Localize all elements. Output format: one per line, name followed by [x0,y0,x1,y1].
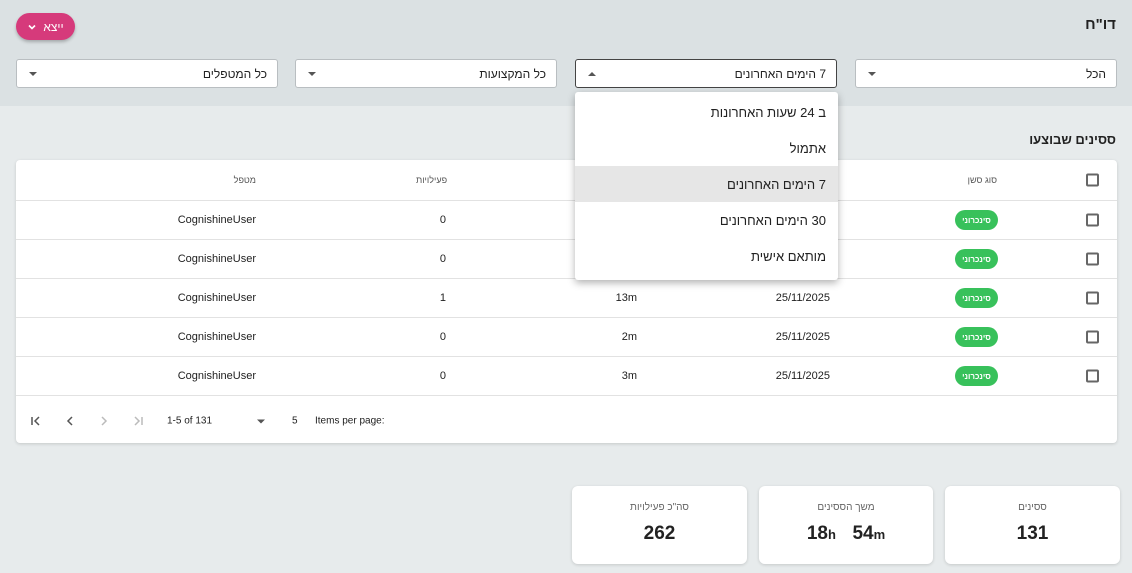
groups-filter-value: כל המקצועות [479,66,546,81]
next-page-button[interactable] [94,411,114,431]
last-page-icon [134,415,143,426]
session-duration: 2m [621,331,637,343]
status-filter-select[interactable]: הכל [855,59,1117,88]
chevron-right-icon [101,415,108,426]
session-activities: 1 [439,292,446,304]
stat-card-sessions: ססינים 131 [945,486,1120,564]
dropdown-arrow-up-icon [588,71,596,76]
dropdown-arrow-icon [257,419,265,423]
table-row[interactable]: סינכרוני 0 CognishineUser [16,201,1117,240]
sessions-section-title: ססינים שבוצעו [1029,132,1116,147]
session-handler: CognishineUser [177,253,256,265]
session-duration: 3m [621,370,637,382]
period-option-yesterday[interactable]: אתמול [575,130,838,166]
session-handler: CognishineUser [177,370,256,382]
handlers-filter-value: כל המטפלים [202,66,267,81]
session-duration: 13m [615,292,637,304]
export-button-label: ייצא [43,19,64,34]
period-filter-value: 7 הימים האחרונים [734,66,826,81]
paginator-range-label: 1-5 of 131 [167,415,213,426]
hours-unit: h [827,527,836,542]
stat-card-duration: משך הססינים 18h 54m [759,486,933,564]
chevron-left-icon [66,415,73,426]
session-activities: 0 [439,253,446,265]
period-filter-select[interactable]: 7 הימים האחרונים [575,59,837,88]
session-date: 25/11/2025 [775,370,830,382]
duration-hours: 18 [806,523,828,544]
paginator: 1-5 of 131 5 Items per page: [16,398,1117,443]
session-activities: 0 [439,331,446,343]
minutes-unit: m [873,527,886,542]
duration-minutes: 54 [852,523,874,544]
session-type-badge: סינכרוני [955,249,998,269]
stat-value: 18h 54m [759,523,933,545]
select-all-checkbox[interactable] [1086,173,1099,187]
column-header-handler: מטפל [233,175,256,185]
row-checkbox[interactable] [1086,330,1099,344]
row-checkbox[interactable] [1086,213,1099,227]
export-button[interactable]: ייצא [16,13,75,40]
table-row[interactable]: סינכרוני 0 CognishineUser [16,240,1117,279]
session-activities: 0 [439,370,446,382]
handlers-filter-select[interactable]: כל המטפלים [16,59,278,88]
session-handler: CognishineUser [177,214,256,226]
period-option-30-days[interactable]: 30 הימים האחרונים [575,202,838,238]
period-dropdown-menu: ב 24 שעות האחרונות אתמול 7 הימים האחרוני… [575,92,838,280]
previous-page-button[interactable] [60,411,80,431]
column-header-activities: פעילויות [416,175,448,185]
dropdown-arrow-icon [29,71,37,76]
stat-value: 131 [1016,523,1049,544]
row-checkbox[interactable] [1086,252,1099,266]
stat-label: סה"כ פעילויות [630,502,689,513]
first-page-icon [31,415,40,426]
session-type-badge: סינכרוני [955,288,998,308]
session-type-badge: סינכרוני [955,327,998,347]
stat-card-activities: סה"כ פעילויות 262 [572,486,747,564]
session-type-badge: סינכרוני [955,366,998,386]
chevron-down-icon [28,24,36,30]
status-filter-value: הכל [1085,66,1106,81]
session-date: 25/11/2025 [775,331,830,343]
period-option-7-days[interactable]: 7 הימים האחרונים [575,166,838,202]
top-filter-bar [0,0,1132,106]
session-handler: CognishineUser [177,292,256,304]
table-header-row: סוג סשן פעילויות מטפל [16,160,1117,201]
column-header-type: סוג סשן [967,175,997,185]
stat-label: ססינים [1018,502,1047,513]
page-size-value[interactable]: 5 [292,415,298,426]
groups-filter-select[interactable]: כל המקצועות [295,59,557,88]
table-row[interactable]: סינכרוני 25/11/2025 2m 0 CognishineUser [16,318,1117,357]
sessions-table: סוג סשן פעילויות מטפל סינכרוני 0 Cognish… [16,160,1117,443]
session-handler: CognishineUser [177,331,256,343]
row-checkbox[interactable] [1086,291,1099,305]
dropdown-arrow-icon [868,71,876,76]
stat-label: משך הססינים [817,502,875,513]
period-option-custom[interactable]: מותאם אישית [575,238,838,274]
row-checkbox[interactable] [1086,369,1099,383]
session-activities: 0 [439,214,446,226]
page-size-select[interactable] [257,415,265,426]
items-per-page-label: Items per page: [315,415,385,426]
period-option-24h[interactable]: ב 24 שעות האחרונות [575,94,838,130]
session-type-badge: סינכרוני [955,210,998,230]
first-page-button[interactable] [26,411,46,431]
session-date: 25/11/2025 [775,292,830,304]
stat-value: 262 [643,523,676,544]
page-title: דו"ח [1085,16,1116,33]
last-page-button[interactable] [128,411,148,431]
table-row[interactable]: סינכרוני 25/11/2025 13m 1 CognishineUser [16,279,1117,318]
table-row[interactable]: סינכרוני 25/11/2025 3m 0 CognishineUser [16,357,1117,396]
dropdown-arrow-icon [308,71,316,76]
